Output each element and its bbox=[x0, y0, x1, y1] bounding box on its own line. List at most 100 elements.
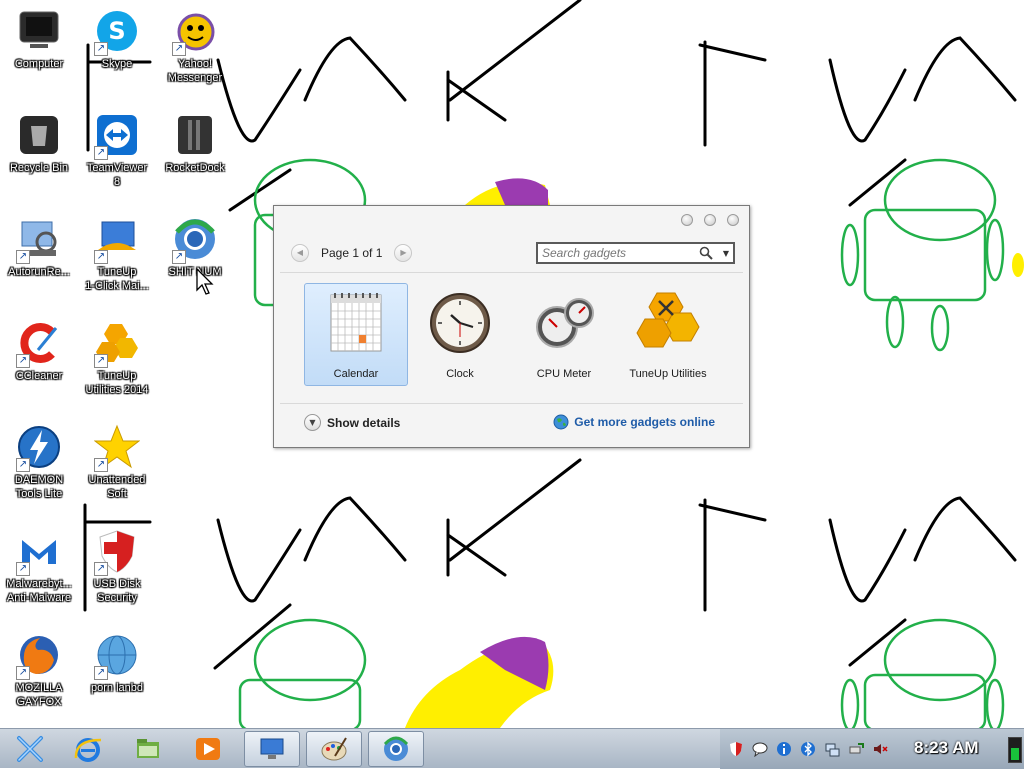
gadget-gallery-window[interactable]: ◀ Page 1 of 1 ▶ ▼ Calendar bbox=[273, 205, 750, 448]
search-icon[interactable] bbox=[699, 246, 713, 260]
search-dropdown-icon[interactable]: ▼ bbox=[723, 249, 729, 258]
gadgets-icon bbox=[383, 736, 409, 761]
taskbar-paint[interactable] bbox=[306, 731, 362, 767]
display-icon bbox=[260, 738, 284, 759]
taskbar-media-player[interactable] bbox=[180, 731, 236, 767]
show-details-label: Show details bbox=[327, 415, 401, 430]
shortcut-arrow-icon: ↗ bbox=[94, 354, 108, 368]
get-more-gadgets-label: Get more gadgets online bbox=[574, 415, 715, 429]
shield-icon[interactable] bbox=[728, 741, 744, 757]
internet-explorer-icon bbox=[74, 738, 102, 762]
desktop-icon-recycle-bin[interactable]: Recycle Bin bbox=[0, 104, 78, 175]
desktop-icon-label: DAEMON Tools Lite bbox=[14, 474, 64, 500]
shortcut-arrow-icon: ↗ bbox=[16, 458, 30, 472]
gadget-label: TuneUp Utilities bbox=[629, 368, 707, 380]
rocketdock-icon bbox=[178, 116, 212, 154]
usb-eject-icon[interactable] bbox=[848, 741, 864, 757]
desktop-icon-teamviewer[interactable]: ↗ TeamViewer 8 bbox=[78, 104, 156, 189]
shortcut-arrow-icon: ↗ bbox=[94, 42, 108, 56]
window-controls bbox=[681, 214, 739, 226]
desktop-icon-firefox[interactable]: ↗ MOZILLA GAYFOX bbox=[0, 624, 78, 709]
shortcut-arrow-icon: ↗ bbox=[94, 562, 108, 576]
desktop-icon-usb-disk-security[interactable]: ↗ USB Disk Security bbox=[78, 520, 156, 605]
desktop-icon-label: RocketDock bbox=[165, 162, 225, 174]
shortcut-arrow-icon: ↗ bbox=[94, 146, 108, 160]
gadget-label: Clock bbox=[446, 368, 474, 380]
maximize-button[interactable] bbox=[704, 214, 716, 226]
show-details-button[interactable]: ▼ Show details bbox=[304, 414, 400, 431]
taskbar-internet-explorer[interactable] bbox=[60, 731, 116, 767]
desktop-icon-label: TeamViewer 8 bbox=[86, 162, 148, 188]
shortcut-arrow-icon: ↗ bbox=[16, 666, 30, 680]
previous-page-button[interactable]: ◀ bbox=[291, 244, 309, 262]
taskbar-display-settings[interactable] bbox=[244, 731, 300, 767]
file-manager-icon bbox=[137, 739, 159, 758]
desktop-icon-label: Yahoo! Messenger bbox=[167, 58, 223, 84]
desktop-icon-label: TuneUp Utilities 2014 bbox=[85, 370, 149, 396]
desktop-icon-autorun[interactable]: ↗ AutorunRe... bbox=[0, 208, 78, 279]
search-gadgets-input[interactable] bbox=[538, 245, 696, 261]
shortcut-arrow-icon: ↗ bbox=[16, 354, 30, 368]
gadget-cpu-meter[interactable]: CPU Meter bbox=[512, 283, 616, 386]
pager: ◀ Page 1 of 1 ▶ bbox=[291, 242, 413, 264]
desktop-icon-malwarebytes[interactable]: ↗ Malwarebyt... Anti-Malware bbox=[0, 520, 78, 605]
chat-icon[interactable] bbox=[752, 741, 768, 757]
taskbar-file-manager[interactable] bbox=[120, 731, 176, 767]
mouse-cursor-icon bbox=[196, 268, 214, 295]
taskbar: 8:23 AM bbox=[0, 728, 1024, 769]
paint-icon bbox=[321, 737, 347, 761]
tuneup-gadget-icon bbox=[636, 292, 700, 348]
gadget-tuneup-utilities[interactable]: TuneUp Utilities bbox=[616, 283, 720, 386]
shortcut-arrow-icon: ↗ bbox=[94, 666, 108, 680]
desktop-icon-label: Malwarebyt... Anti-Malware bbox=[6, 578, 72, 604]
close-button[interactable] bbox=[727, 214, 739, 226]
taskbar-clock[interactable]: 8:23 AM bbox=[914, 738, 979, 758]
desktop-icon-ccleaner[interactable]: ↗ CCleaner bbox=[0, 312, 78, 383]
bluetooth-icon[interactable] bbox=[800, 741, 816, 757]
search-gadgets-box[interactable]: ▼ bbox=[536, 242, 735, 264]
desktop-icon-tuneup-utilities[interactable]: ↗ TuneUp Utilities 2014 bbox=[78, 312, 156, 397]
desktop-icon-tuneup-1click[interactable]: ↗ TuneUp 1-Click Mai... bbox=[78, 208, 156, 293]
gadget-calendar[interactable]: Calendar bbox=[304, 283, 408, 386]
clock-icon bbox=[430, 293, 490, 353]
shortcut-arrow-icon: ↗ bbox=[94, 250, 108, 264]
gadget-clock[interactable]: Clock bbox=[408, 283, 512, 386]
volume-muted-icon[interactable] bbox=[872, 741, 888, 757]
desktop-icon-daemon-tools[interactable]: ↗ DAEMON Tools Lite bbox=[0, 416, 78, 501]
gadget-label: Calendar bbox=[333, 368, 379, 380]
desktop-icon-rocketdock[interactable]: RocketDock bbox=[156, 104, 234, 175]
desktop-icon-unattended-soft[interactable]: ↗ Unattended Soft bbox=[78, 416, 156, 501]
shortcut-arrow-icon: ↗ bbox=[16, 250, 30, 264]
desktop-icon-shit-num[interactable]: ↗ SHIT NUM bbox=[156, 208, 234, 279]
calendar-icon bbox=[330, 293, 382, 352]
shortcut-arrow-icon: ↗ bbox=[172, 42, 186, 56]
desktop-icon-skype[interactable]: S ↗ Skype bbox=[78, 0, 156, 71]
network-icon[interactable] bbox=[824, 741, 840, 757]
start-button[interactable] bbox=[2, 731, 58, 767]
globe-icon bbox=[553, 414, 569, 430]
next-page-button[interactable]: ▶ bbox=[394, 244, 413, 262]
taskbar-gadgets[interactable] bbox=[368, 731, 424, 767]
chevron-down-icon: ▼ bbox=[304, 414, 321, 431]
battery-icon[interactable] bbox=[1008, 737, 1022, 763]
desktop-icon-label: AutorunRe... bbox=[8, 266, 70, 278]
computer-icon bbox=[19, 11, 59, 48]
desktop-icon-label: USB Disk Security bbox=[93, 578, 141, 604]
shortcut-arrow-icon: ↗ bbox=[172, 250, 186, 264]
desktop-icon-label: TuneUp 1-Click Mai... bbox=[85, 266, 149, 292]
start-icon bbox=[17, 736, 43, 762]
page-indicator: Page 1 of 1 bbox=[321, 246, 383, 260]
desktop-icon-label: SHIT NUM bbox=[168, 266, 222, 278]
info-icon[interactable] bbox=[776, 741, 792, 757]
desktop-icon-computer[interactable]: Computer bbox=[0, 0, 78, 71]
get-more-gadgets-link[interactable]: Get more gadgets online bbox=[553, 414, 715, 430]
system-tray: 8:23 AM bbox=[720, 729, 1024, 769]
desktop-icon-porn-lanbd[interactable]: ↗ porn lanbd bbox=[78, 624, 156, 695]
shortcut-arrow-icon: ↗ bbox=[94, 458, 108, 472]
minimize-button[interactable] bbox=[681, 214, 693, 226]
desktop-icon-yahoo-messenger[interactable]: ↗ Yahoo! Messenger bbox=[156, 0, 234, 85]
desktop-icon-label: Computer bbox=[14, 58, 64, 70]
gadget-list: Calendar Clock CPU Meter TuneUp Utilitie… bbox=[304, 283, 720, 386]
divider bbox=[280, 272, 743, 273]
desktop-icon-label: CCleaner bbox=[15, 370, 63, 382]
